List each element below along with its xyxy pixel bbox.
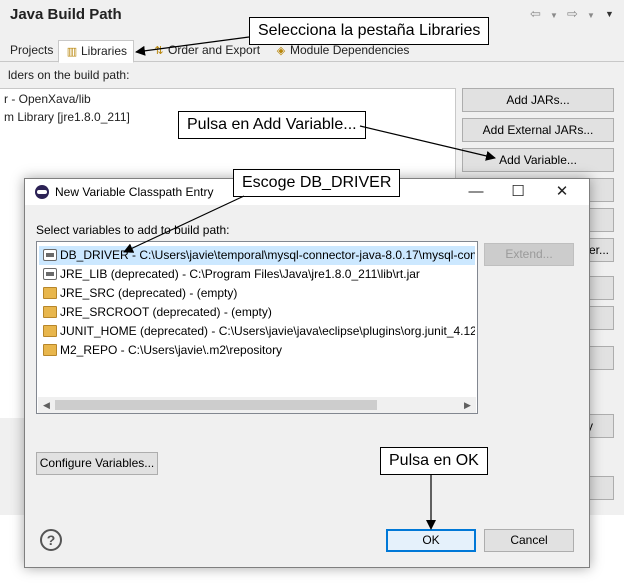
arrow-to-libraries-tab (135, 36, 250, 56)
arrow-to-add-variable (359, 125, 496, 161)
annotation-arrows (123, 36, 496, 530)
arrow-to-db-driver (123, 195, 245, 253)
